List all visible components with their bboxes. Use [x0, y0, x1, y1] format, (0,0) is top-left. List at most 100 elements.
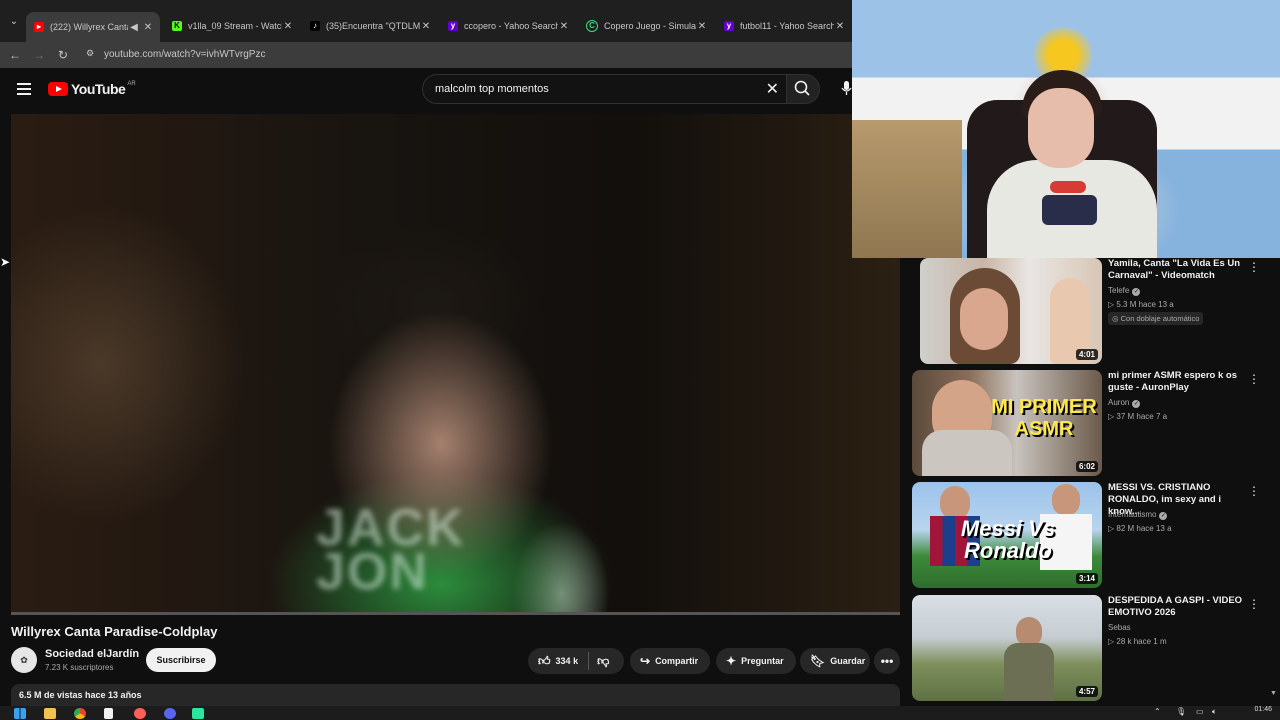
video-thumbnail[interactable]: 4:01	[920, 258, 1102, 364]
more-vertical-icon[interactable]: ⋮	[1248, 372, 1260, 388]
save-button[interactable]: 🔖︎ Guardar	[800, 648, 870, 674]
webcam-shelf	[852, 120, 962, 258]
tab-yahoo-futbol11[interactable]: y futbol11 - Yahoo Search ✕	[716, 14, 852, 38]
clear-search-icon[interactable]: ✕	[766, 79, 779, 99]
related-video-title[interactable]: Yamila, Canta "La Vida Es Un Carnaval" -…	[1108, 258, 1248, 282]
back-arrow-icon[interactable]: ←	[7, 47, 23, 63]
channel-name-text: Sebas	[1108, 623, 1131, 632]
youtube-play-icon	[48, 82, 68, 96]
tab-title: (35)Encuentra "QTDLMM	[326, 21, 420, 31]
video-title: Willyrex Canta Paradise-Coldplay	[11, 624, 218, 639]
tab-kick[interactable]: K v1lla_09 Stream - Watch ✕	[164, 14, 300, 38]
face	[1028, 88, 1094, 168]
chevron-up-icon[interactable]: ⌃	[1154, 707, 1161, 716]
more-vertical-icon[interactable]: ⋮	[1248, 484, 1260, 500]
app-icon[interactable]	[192, 708, 204, 719]
hamburger-menu-icon[interactable]	[17, 83, 31, 95]
tab-title: Copero Juego - Simulado	[604, 21, 696, 31]
tab-title: (222) Willyrex Canta P	[50, 22, 128, 32]
search-icon	[794, 80, 810, 96]
microphone-tray-icon[interactable]: 🎙︎	[1176, 707, 1186, 716]
more-vertical-icon[interactable]: ⋮	[1248, 597, 1260, 613]
search-input[interactable]: malcolm top momentos ✕	[422, 74, 788, 104]
subscriber-count: 7.23 K suscriptores	[45, 663, 114, 672]
views-age-text: 28 k hace 1 m	[1116, 637, 1167, 646]
youtube-logo[interactable]: YouTube AR	[48, 81, 136, 97]
reload-icon[interactable]: ↻	[55, 47, 71, 63]
address-bar: ← → ↻ ⚙ youtube.com/watch?v=ivhWTvrgPzc	[0, 42, 852, 68]
copero-icon: C	[586, 20, 598, 32]
forward-arrow-icon[interactable]: →	[31, 47, 47, 63]
tab-copero-juego[interactable]: C Copero Juego - Simulado ✕	[578, 14, 714, 38]
video-progress-bar[interactable]	[11, 612, 900, 615]
youtube-header: YouTube AR malcolm top momentos ✕	[0, 68, 852, 112]
search-button[interactable]	[786, 74, 820, 104]
file-explorer-icon[interactable]	[44, 708, 56, 719]
like-count[interactable]: 334 k	[556, 656, 579, 666]
badge-text: Con doblaje automático	[1120, 314, 1200, 323]
related-video-item[interactable]: MI PRIMER ASMR 6:02 mi primer ASMR esper…	[912, 370, 1274, 478]
related-channel[interactable]: Auron ✓	[1108, 398, 1141, 408]
related-video-item[interactable]: 4:01 Yamila, Canta "La Vida Es Un Carnav…	[912, 258, 1274, 366]
tab-tiktok[interactable]: ♪ (35)Encuentra "QTDLMM ✕	[302, 14, 438, 38]
more-actions-button[interactable]: •••	[874, 648, 900, 674]
thumbnail-caption: MI PRIMER ASMR	[991, 396, 1097, 440]
chrome-icon[interactable]	[74, 708, 86, 719]
tab-yahoo-ccopero[interactable]: y ccopero - Yahoo Search ✕	[440, 14, 576, 38]
channel-avatar[interactable]: ✿	[11, 647, 37, 673]
close-icon[interactable]: ✕	[558, 21, 570, 32]
discord-icon[interactable]	[164, 708, 176, 719]
youtube-icon: ▸	[34, 22, 44, 32]
related-channel[interactable]: Telefe ✓	[1108, 286, 1141, 296]
close-icon[interactable]: ✕	[420, 21, 432, 32]
microphone-icon[interactable]	[836, 78, 852, 98]
related-channel[interactable]: Sebas	[1108, 623, 1131, 632]
windows-start-icon[interactable]	[14, 708, 26, 719]
url-field[interactable]: youtube.com/watch?v=ivhWTvrgPzc	[104, 49, 265, 60]
obs-icon[interactable]	[134, 708, 146, 719]
video-player[interactable]: JACK JON	[11, 114, 900, 614]
share-button[interactable]: ↪ Compartir	[630, 648, 710, 674]
save-label: Guardar	[830, 656, 866, 666]
taskbar-clock[interactable]: 01:46	[1254, 706, 1272, 714]
video-thumbnail[interactable]: MI PRIMER ASMR 6:02	[912, 370, 1102, 476]
close-icon[interactable]: ✕	[142, 22, 154, 33]
close-icon[interactable]: ✕	[834, 21, 846, 32]
site-info-icon[interactable]: ⚙	[86, 48, 98, 60]
close-icon[interactable]: ✕	[696, 21, 708, 32]
share-icon: ↪	[640, 654, 651, 668]
like-icon[interactable]: 👍︎	[538, 654, 551, 669]
volume-icon[interactable]: 🔈︎	[1212, 707, 1217, 717]
close-icon[interactable]: ✕	[282, 21, 294, 32]
views-age-text: 37 M hace 7 a	[1116, 412, 1168, 421]
mouse-cursor-icon: ➤	[0, 255, 11, 269]
related-video-title[interactable]: DESPEDIDA A GASPI - VIDEO EMOTIVO 2026	[1108, 595, 1248, 619]
yahoo-icon: y	[724, 21, 734, 31]
video-thumbnail[interactable]: Messi Vs Ronaldo 3:14	[912, 482, 1102, 588]
video-duration: 6:02	[1075, 461, 1098, 472]
network-icon[interactable]: ▭	[1196, 707, 1204, 716]
channel-name[interactable]: Sociedad elJardín	[45, 648, 139, 660]
speaker-icon[interactable]: ◀	[128, 22, 140, 33]
channel-name-text: Telefe	[1108, 286, 1130, 295]
notepad-icon[interactable]	[104, 708, 113, 719]
tab-youtube[interactable]: ▸ (222) Willyrex Canta P ◀ ✕	[26, 12, 160, 42]
browser-tab-bar: ⌄ ▸ (222) Willyrex Canta P ◀ ✕ K v1lla_0…	[0, 0, 852, 42]
related-video-item[interactable]: Messi Vs Ronaldo 3:14 MESSI VS. CRISTIAN…	[912, 482, 1274, 590]
video-thumbnail[interactable]: 4:57	[912, 595, 1102, 701]
tab-search-button[interactable]: ⌄	[6, 16, 22, 32]
verified-check-icon: ✓	[1132, 288, 1141, 296]
ask-label: Preguntar	[741, 656, 784, 666]
related-video-title[interactable]: mi primer ASMR espero k os guste - Auron…	[1108, 370, 1248, 394]
tab-title: futbol11 - Yahoo Search	[740, 21, 834, 31]
more-vertical-icon[interactable]: ⋮	[1248, 260, 1260, 276]
dislike-icon[interactable]: 👎︎	[597, 654, 609, 669]
views-age-text: 82 M hace 13 a	[1116, 524, 1172, 533]
windows-taskbar: ⌃ 🎙︎ ▭ 🔈︎ 01:46	[0, 706, 1280, 720]
related-channel[interactable]: Internautismo ✓	[1108, 510, 1168, 520]
subscribe-button[interactable]: Suscribirse	[146, 648, 216, 672]
scroll-down-arrow-icon[interactable]: ▼	[1270, 690, 1277, 697]
ask-button[interactable]: ✦ Preguntar	[716, 648, 796, 674]
related-video-item[interactable]: 4:57 DESPEDIDA A GASPI - VIDEO EMOTIVO 2…	[912, 595, 1274, 703]
channel-name-text: Internautismo	[1108, 510, 1157, 519]
